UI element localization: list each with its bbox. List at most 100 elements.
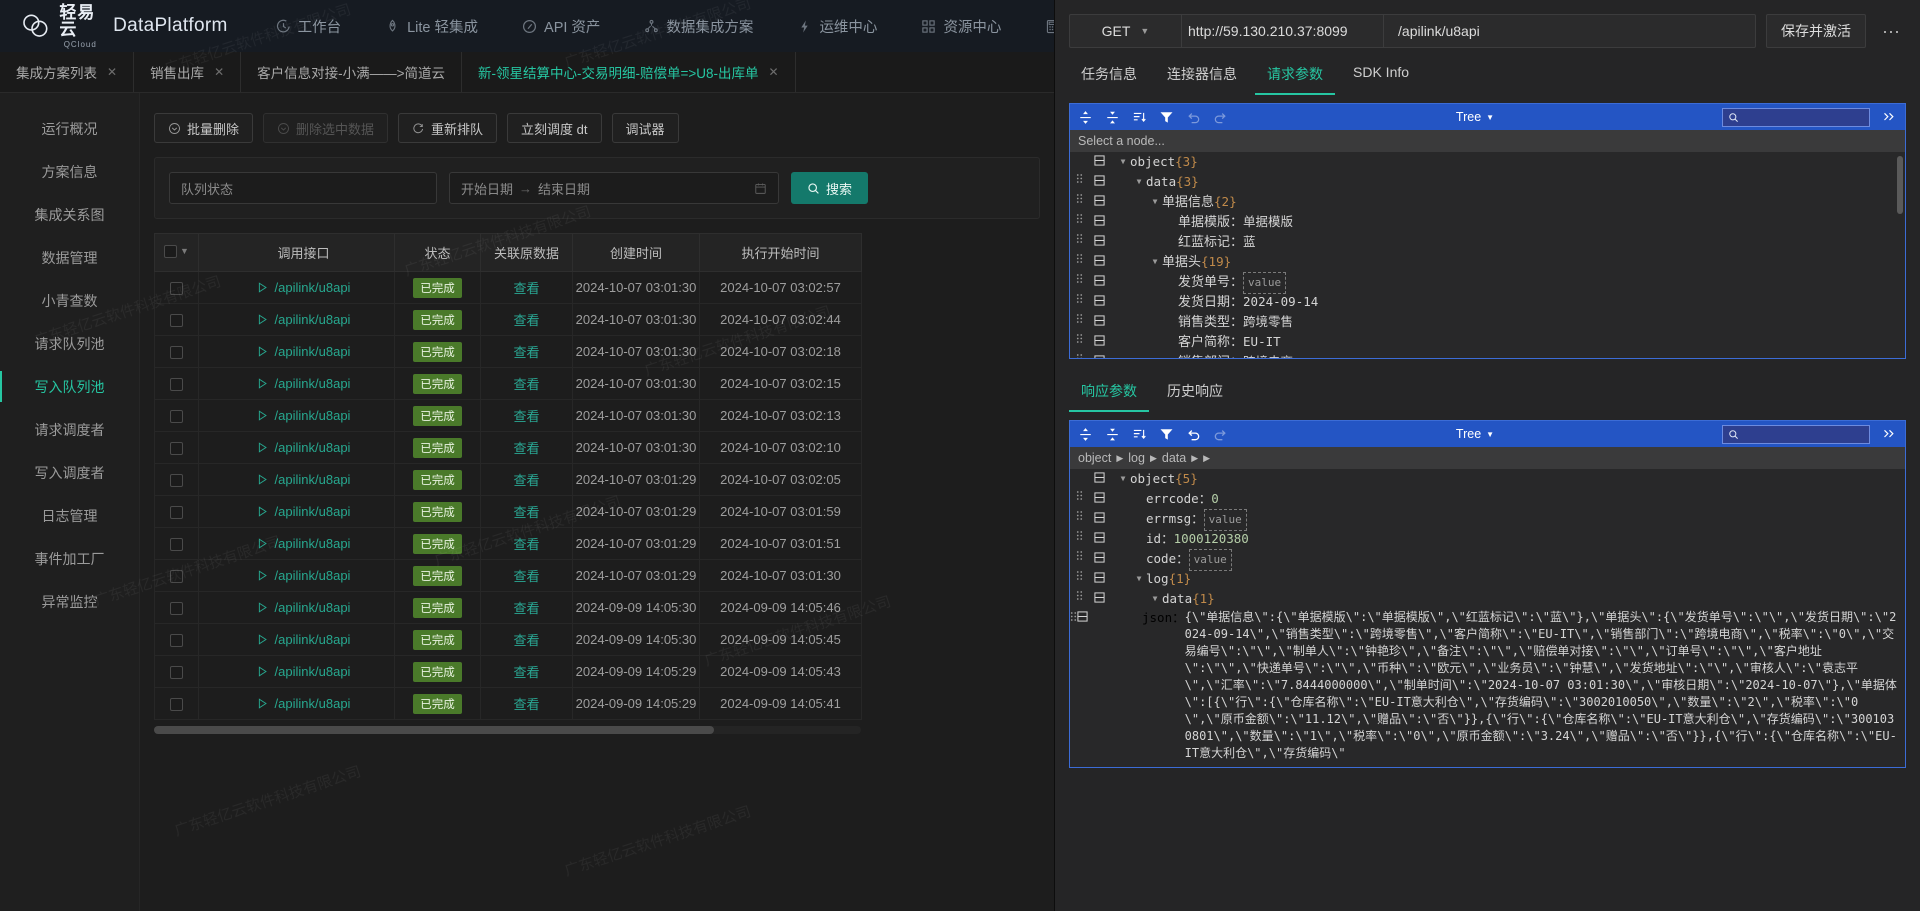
expand-toggle-icon[interactable]: ▼ [1148,192,1162,212]
json-tree-row[interactable]: 红蓝标记：蓝 [1070,232,1905,252]
node-type-icon[interactable] [1088,589,1110,609]
queue-status-input[interactable]: 队列状态 [169,172,437,204]
drag-handle-icon[interactable] [1076,570,1083,581]
nav-item-ops-center[interactable]: 运维中心 [775,0,899,52]
json-tree-row[interactable]: ▼ data {3} [1070,172,1905,192]
cell-api[interactable]: /apilink/u8api [198,527,395,560]
drag-handle[interactable] [1070,529,1088,549]
table-row[interactable]: /apilink/u8api 已完成 查看 2024-09-09 14:05:30 20… [154,623,862,656]
nav-item-api-assets[interactable]: API 资产 [500,0,622,52]
sidebar-item-plan-info[interactable]: 方案信息 [0,150,139,193]
json-tree-row[interactable]: id ： 1000120380 [1070,529,1905,549]
table-row[interactable]: /apilink/u8api 已完成 查看 2024-10-07 03:01:30 20… [154,399,862,432]
node-type-icon[interactable] [1088,312,1110,332]
drag-handle[interactable] [1070,352,1088,358]
drag-handle-icon[interactable] [1076,193,1083,204]
drag-handle[interactable] [1070,332,1088,352]
nav-item-workbench[interactable]: 工作台 [254,0,364,52]
drag-handle-icon[interactable] [1076,490,1083,501]
row-checkbox[interactable] [170,602,183,616]
node-type-icon[interactable] [1077,609,1088,626]
chevron-down-icon[interactable]: ▼ [180,246,189,256]
drag-handle-icon[interactable] [1076,510,1083,521]
cell-raw-data[interactable]: 查看 [480,591,573,624]
json-tree-row[interactable]: 发货单号： value [1070,272,1905,294]
th-status[interactable]: 状态 [394,233,481,272]
node-type-icon[interactable] [1088,292,1110,312]
cell-api[interactable]: /apilink/u8api [198,559,395,592]
node-type-icon[interactable] [1088,252,1110,272]
row-checkbox-cell[interactable] [154,655,199,688]
json-tree-row[interactable]: ▼ object {5} [1070,469,1905,489]
json-tree-row[interactable]: json： {\"单据信息\":{\"单据模版\":\"单据模版\",\"红蓝标记… [1070,609,1905,762]
json-tree-row[interactable]: 发货日期： 2024-09-14 [1070,292,1905,312]
select-all-checkbox[interactable] [164,244,178,258]
tab-response-params[interactable]: 响应参数 [1069,373,1149,412]
cell-api[interactable]: /apilink/u8api [198,623,395,656]
tab-request-params[interactable]: 请求参数 [1255,56,1335,95]
cell-raw-data[interactable]: 查看 [480,495,573,528]
drag-handle-icon[interactable] [1076,333,1083,344]
tab-sales-outbound[interactable]: 销售出库 ✕ [134,52,242,92]
drag-handle[interactable] [1070,272,1088,292]
row-checkbox[interactable] [170,346,183,360]
expand-toggle-icon[interactable]: ▼ [1132,569,1146,589]
cell-api[interactable]: /apilink/u8api [198,463,395,496]
table-row[interactable]: /apilink/u8api 已完成 查看 2024-10-07 03:01:30 20… [154,271,862,304]
drag-handle-icon[interactable] [1076,293,1083,304]
th-raw-data[interactable]: 关联原数据 [480,233,573,272]
response-tree-body[interactable]: ▼ object {5} errcode： 0 errmsg： value id ： 1000… [1070,469,1905,767]
row-checkbox-cell[interactable] [154,591,199,624]
json-tree-row[interactable]: ▼ object {3} [1070,152,1905,172]
drag-handle[interactable] [1070,312,1088,332]
row-checkbox[interactable] [170,410,183,424]
cell-raw-data[interactable]: 查看 [480,431,573,464]
sort-icon[interactable] [1132,427,1147,442]
row-checkbox-cell[interactable] [154,271,199,304]
breadcrumb-item[interactable]: object [1078,451,1111,465]
th-api[interactable]: 调用接口 [198,233,395,272]
collapse-all-icon[interactable] [1105,110,1120,125]
sidebar-item-exception-monitor[interactable]: 异常监控 [0,580,139,623]
response-node-breadcrumb[interactable]: object ▶ log ▶ data ▶ ▶ [1070,447,1905,469]
tab-connector-info[interactable]: 连接器信息 [1155,56,1249,95]
request-tree-scrollbar[interactable] [1897,156,1903,214]
sidebar-item-write-scheduler[interactable]: 写入调度者 [0,451,139,494]
drag-handle[interactable] [1070,212,1088,232]
row-checkbox[interactable] [170,698,183,712]
expand-all-icon[interactable] [1078,427,1093,442]
row-checkbox-cell[interactable] [154,463,199,496]
json-tree-row[interactable]: ▼ log {1} [1070,569,1905,589]
editor-mode-select[interactable]: Tree ▼ [1456,110,1494,124]
json-tree-row[interactable]: ▼ data {1} [1070,589,1905,609]
collapse-all-icon[interactable] [1105,427,1120,442]
cell-raw-data[interactable]: 查看 [480,527,573,560]
drag-handle-icon[interactable] [1076,213,1083,224]
row-checkbox-cell[interactable] [154,559,199,592]
th-exec-time[interactable]: 执行开始时间 [699,233,862,272]
breadcrumb-item[interactable]: data [1162,451,1186,465]
table-row[interactable]: /apilink/u8api 已完成 查看 2024-10-07 03:01:30 20… [154,431,862,464]
drag-handle-icon[interactable] [1076,550,1083,561]
node-type-icon[interactable] [1088,469,1110,489]
cell-api[interactable]: /apilink/u8api [198,367,395,400]
sidebar-item-log-management[interactable]: 日志管理 [0,494,139,537]
drag-handle[interactable] [1070,549,1088,569]
table-row[interactable]: /apilink/u8api 已完成 查看 2024-10-07 03:01:30 20… [154,335,862,368]
editor-search-input[interactable] [1722,424,1871,444]
breadcrumb-item[interactable]: log [1128,451,1145,465]
cell-api[interactable]: /apilink/u8api [198,431,395,464]
row-checkbox-cell[interactable] [154,399,199,432]
drag-handle-icon[interactable] [1076,173,1083,184]
tab-customer-info-sync[interactable]: 客户信息对接-小满——>简道云 [241,52,463,92]
nav-item-finance[interactable]: 财务 [1023,0,1054,52]
drag-handle[interactable] [1070,509,1088,529]
node-type-icon[interactable] [1088,332,1110,352]
row-checkbox[interactable] [170,506,183,520]
expand-toggle-icon[interactable]: ▼ [1132,172,1146,192]
request-tree-body[interactable]: ▼ object {3} ▼ data {3} ▼ 单据信息 {2} 单据模版：单据模版 红蓝… [1070,152,1905,358]
node-type-icon[interactable] [1088,272,1110,292]
row-checkbox[interactable] [170,378,183,392]
sidebar-item-xiaoqing-query[interactable]: 小青查数 [0,279,139,322]
cell-api[interactable]: /apilink/u8api [198,335,395,368]
